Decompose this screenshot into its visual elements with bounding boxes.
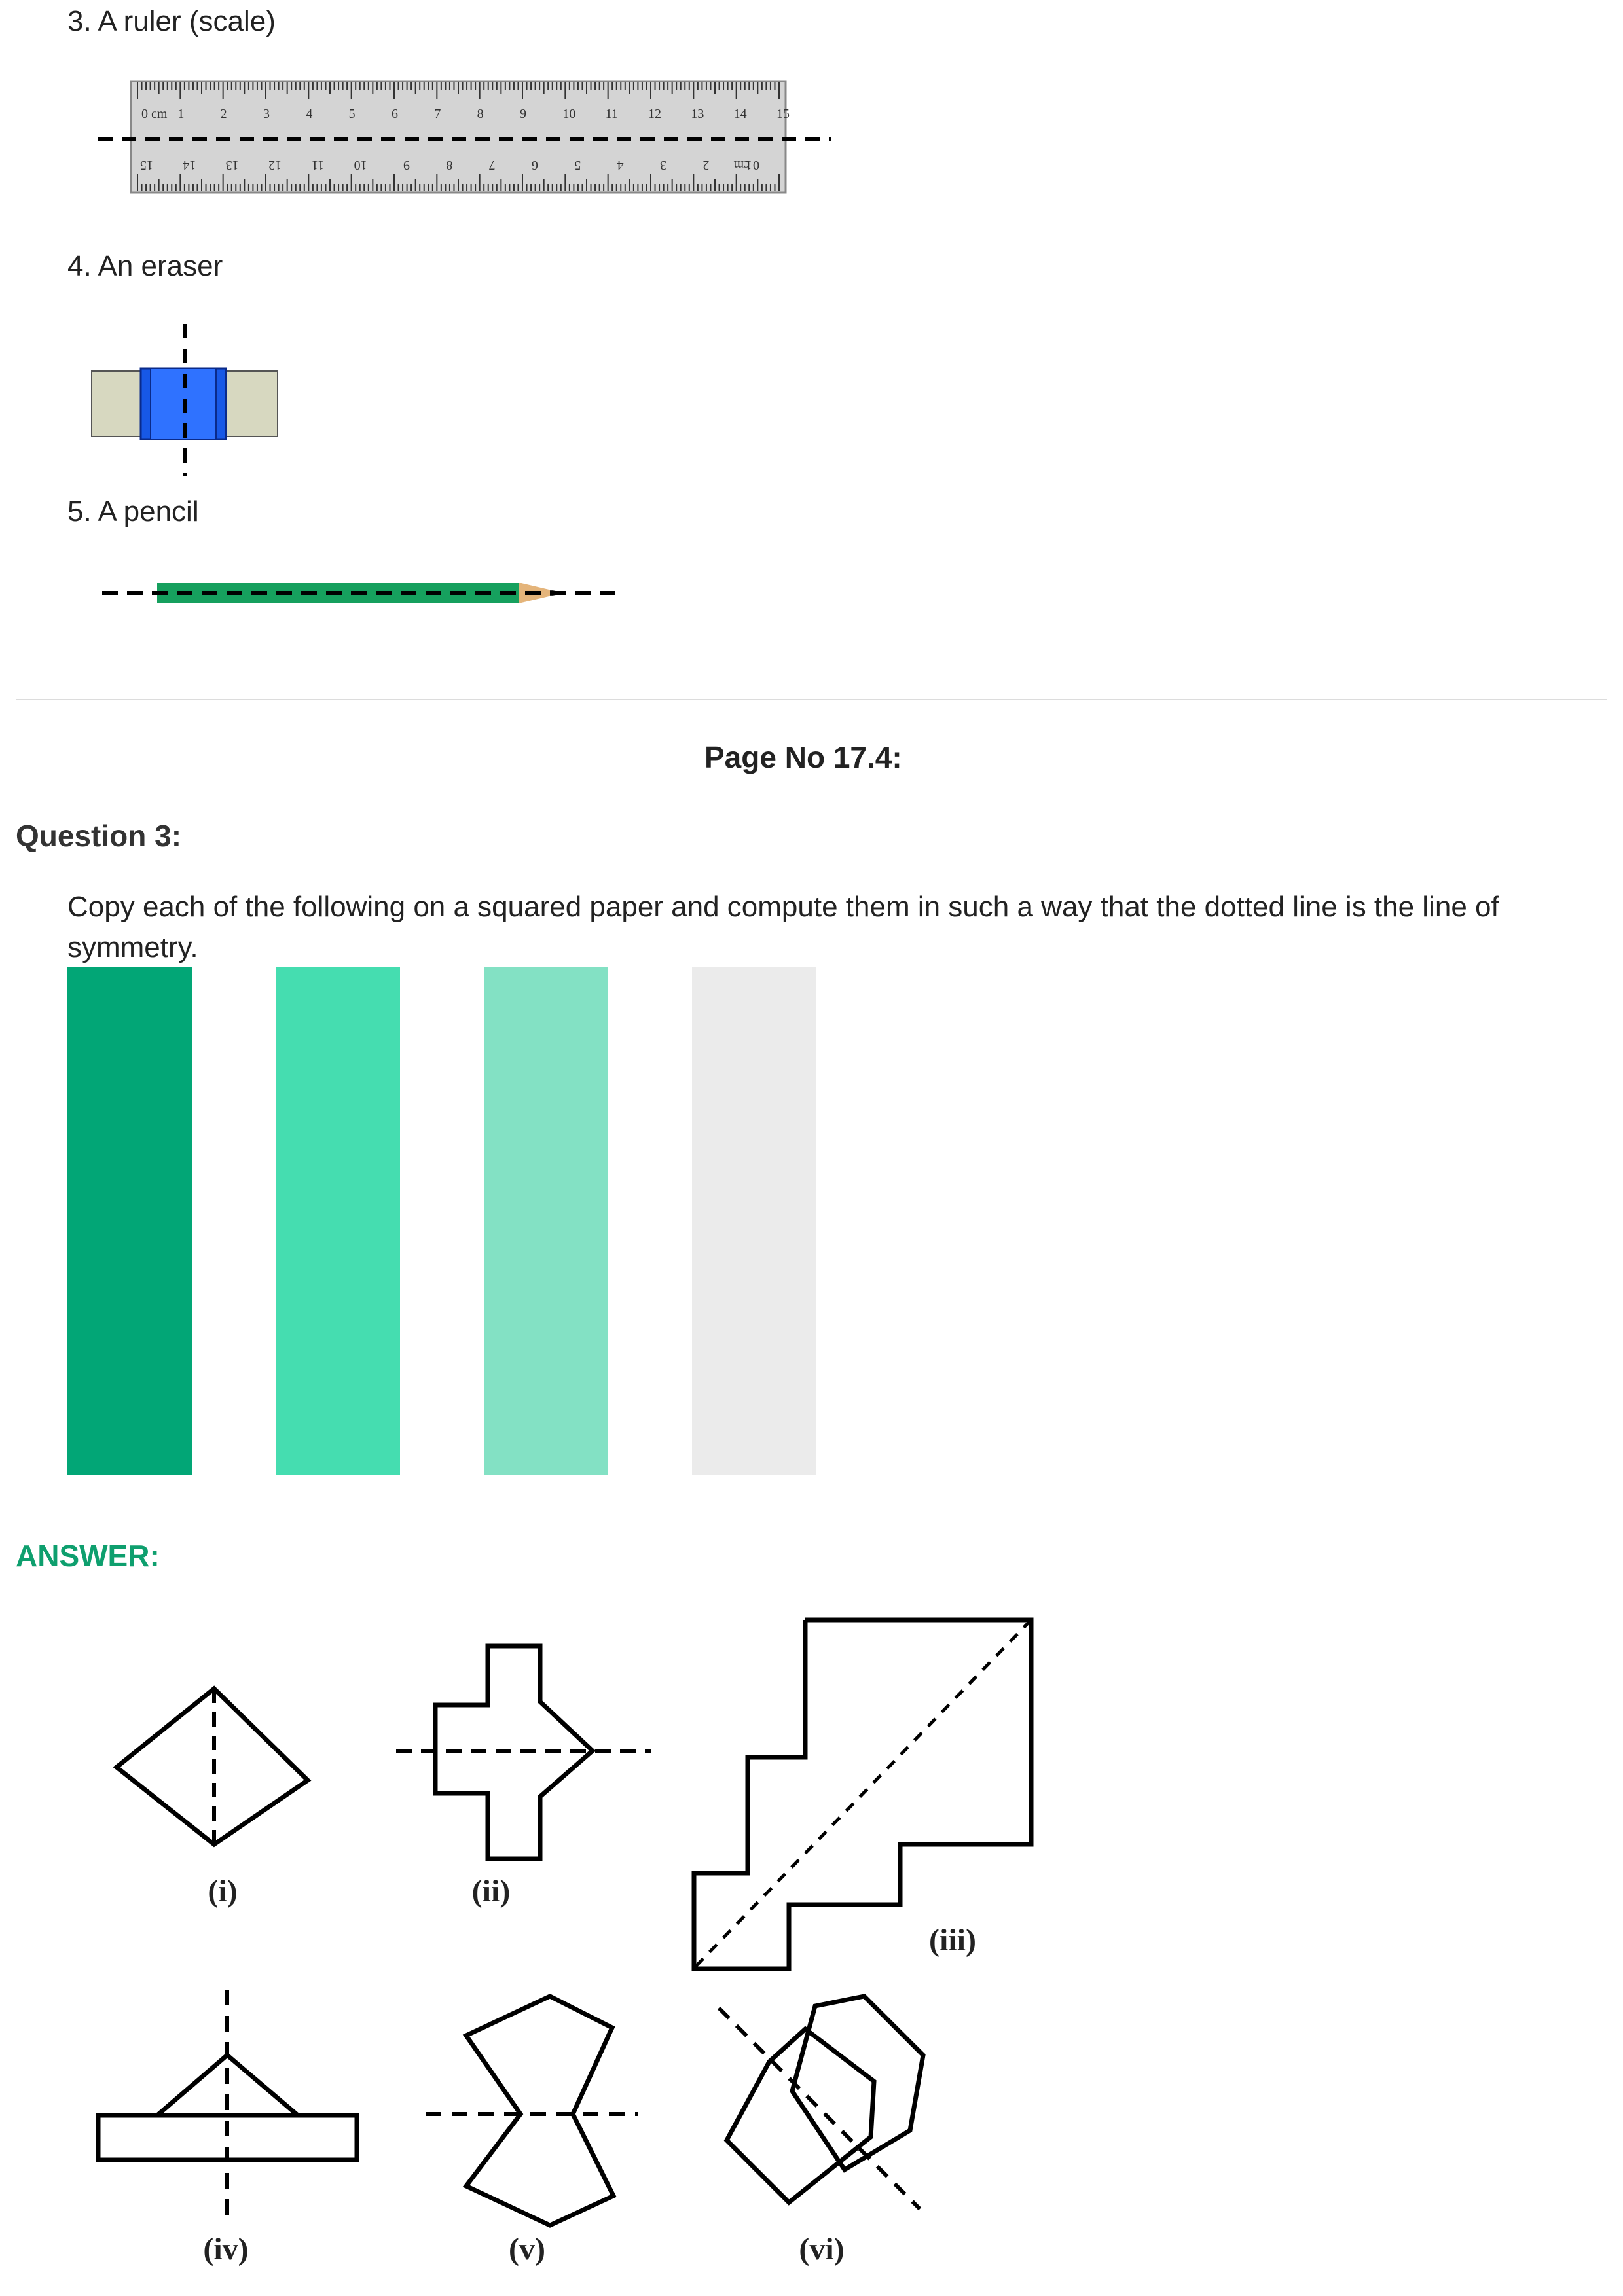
figure-label-iv: (iv) [203,2232,248,2267]
color-bar-2 [276,967,400,1475]
figure-v-bowtie [426,1994,638,2228]
figure-i-rhombus [113,1685,312,1848]
ruler-top-number: 11 [606,107,618,121]
ruler-bottom-number: 10 [354,158,367,172]
figure-ii-cross [396,1643,651,1861]
figure-vi-hexagons [717,1994,926,2211]
ruler-top-number: 5 [349,107,356,121]
ruler-top-number: 14 [734,107,747,121]
ruler-top-number: 3 [263,107,270,121]
ruler-top-number: 13 [691,107,704,121]
figure-label-v: (v) [509,2232,545,2267]
ruler-top-number: 9 [520,107,526,121]
ruler-top-number: 8 [477,107,484,121]
ruler-top-number: 0 cm [141,107,168,121]
question-text: Copy each of the following on a squared … [67,891,1499,963]
ruler-top-number: 12 [648,107,661,121]
figure-iv-triangle-rect [96,1990,359,2215]
figure-iii-staircase [691,1617,1034,1971]
figure-label-ii: (ii) [472,1874,511,1909]
ruler-top-number: 15 [776,107,790,121]
ruler-bottom-number: 0 cm [733,158,759,172]
ruler-bottom-number: 15 [140,158,153,172]
ruler-bottom-number: 2 [702,158,709,172]
ruler-bottom-number: 12 [268,158,282,172]
answer-figures: (i) (ii) (iii) (iv) (v) (vi) [96,1617,1034,2267]
ruler-bottom-number: 13 [226,158,239,172]
item-pencil-label: 5. A pencil [67,495,199,528]
ruler-bottom-number: 11 [312,158,324,172]
figure-label-vi: (vi) [799,2232,844,2267]
color-bar-3 [484,967,608,1475]
figure-label-i: (i) [208,1874,237,1909]
question-title: Question 3: [16,819,182,853]
ruler-top-number: 1 [177,107,184,121]
eraser-illustration [91,324,278,476]
section-divider [16,699,1607,700]
ruler-bottom-number: 5 [574,158,581,172]
ruler-bottom-number: 8 [446,158,452,172]
page-heading: Page No 17.4: [704,740,902,774]
ruler-bottom-number: 14 [183,158,196,172]
ruler-top-number: 2 [221,107,227,121]
ruler-top-number: 7 [434,107,441,121]
item-eraser-label: 4. An eraser [67,250,223,282]
pencil-illustration [102,583,615,603]
item-ruler-label: 3. A ruler (scale) [67,5,276,37]
ruler-bottom-number: 3 [660,158,666,172]
answer-label: ANSWER: [16,1539,160,1573]
ruler-top-number: 10 [562,107,575,121]
color-bar-4 [692,967,816,1475]
color-bar-1 [67,967,192,1475]
ruler-bottom-number: 7 [489,158,496,172]
ruler-top-number: 6 [392,107,398,121]
ruler-top-number: 4 [306,107,312,121]
ruler-bottom-number: 9 [403,158,410,172]
ruler-bottom-number: 4 [617,158,624,172]
figure-label-iii: (iii) [929,1923,976,1958]
ruler-illustration: 0 cm 1 2 3 4 5 6 7 8 9 10 11 12 13 14 15 15 14 13 12 11 10 9 8… [98,80,831,194]
ruler-bottom-number: 6 [532,158,538,172]
